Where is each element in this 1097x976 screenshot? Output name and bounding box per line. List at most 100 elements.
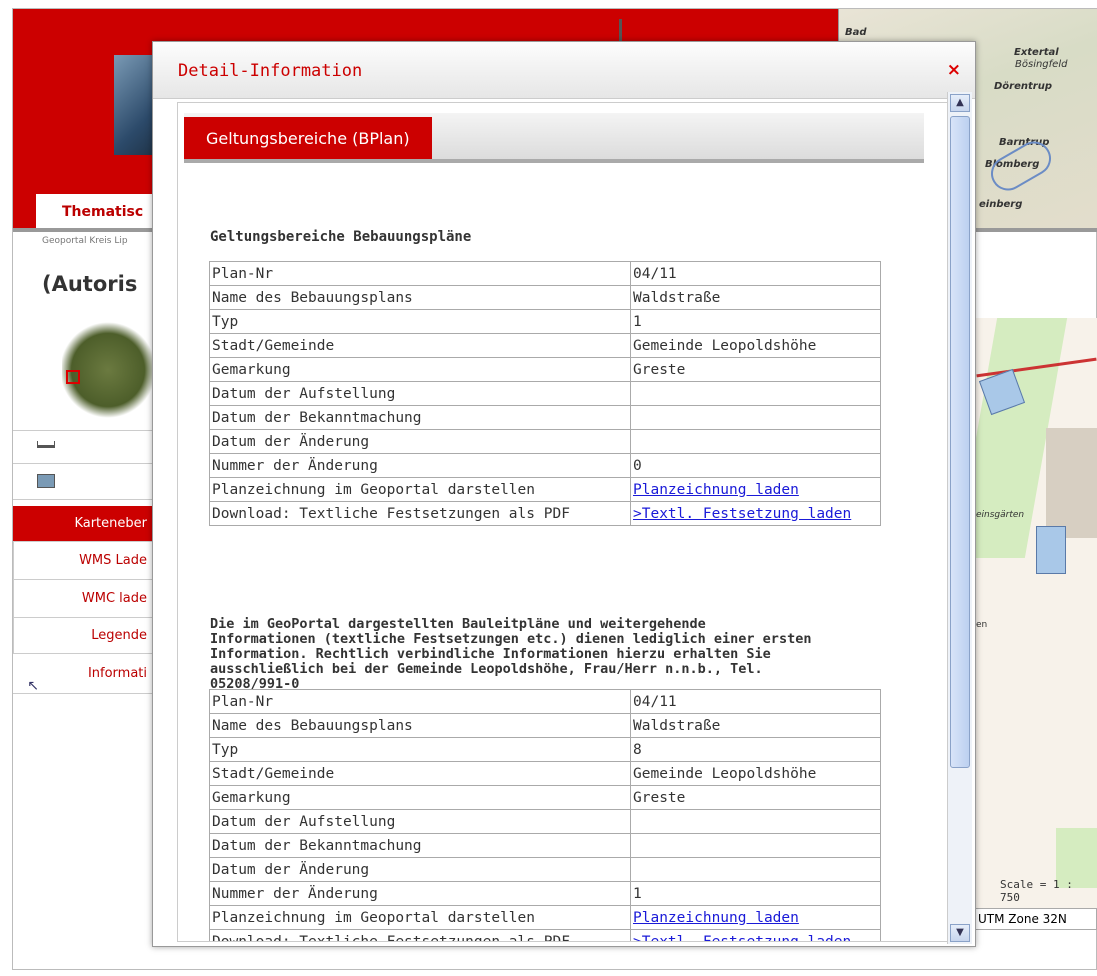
table-row: Download: Textliche Festsetzungen als PD… xyxy=(209,929,881,942)
section-title: Geltungsbereiche Bebauungspläne xyxy=(210,229,472,245)
table-row: Nummer der Änderung 0 xyxy=(209,453,881,478)
field-value: 04/11 xyxy=(630,261,881,286)
disclaimer-notice: Die im GeoPortal dargestellten Bauleitpl… xyxy=(210,617,930,692)
dialog-titlebar[interactable]: Detail-Information × xyxy=(153,42,975,99)
field-label: Nummer der Änderung xyxy=(209,881,631,906)
table-row: Gemarkung Greste xyxy=(209,357,881,382)
tab-thematic[interactable]: Thematisc xyxy=(36,194,166,228)
sidebar-item-legende[interactable]: Legende xyxy=(13,618,153,654)
map-label: einberg xyxy=(979,199,1023,210)
info-table-2: Plan-Nr 04/11 Name des Bebauungsplans Walds… xyxy=(209,689,881,942)
sidebar-item-wms[interactable]: WMS Lade xyxy=(13,542,153,580)
notice-line: Information. Rechtlich verbindliche Info… xyxy=(210,646,771,662)
table-row: Datum der Aufstellung xyxy=(209,809,881,834)
page-title: (Autoris xyxy=(42,272,138,296)
map-label: einsgärten xyxy=(976,510,1025,520)
measure-tool-row[interactable] xyxy=(13,430,153,464)
table-row: Download: Textliche Festsetzungen als PD… xyxy=(209,501,881,526)
dialog-body: Geltungsbereiche (BPlan) Geltungsbereich… xyxy=(177,102,955,942)
load-plan-link[interactable]: Planzeichnung laden xyxy=(633,910,799,926)
table-row: Plan-Nr 04/11 xyxy=(209,261,881,286)
breadcrumb[interactable]: Geoportal Kreis Lip xyxy=(42,236,128,246)
field-label: Typ xyxy=(209,737,631,762)
field-value xyxy=(630,833,881,858)
field-label: Plan-Nr xyxy=(209,689,631,714)
field-value: 0 xyxy=(630,453,881,478)
table-row: Datum der Änderung xyxy=(209,857,881,882)
table-row: Plan-Nr 04/11 xyxy=(209,689,881,714)
table-row: Datum der Bekanntmachung xyxy=(209,405,881,430)
table-row: Nummer der Änderung 1 xyxy=(209,881,881,906)
field-label: Plan-Nr xyxy=(209,261,631,286)
scroll-down-icon[interactable]: ▼ xyxy=(950,924,970,942)
tab-geltungsbereiche[interactable]: Geltungsbereiche (BPlan) xyxy=(184,117,432,159)
table-row: Name des Bebauungsplans Waldstraße xyxy=(209,285,881,310)
tab-bar: Geltungsbereiche (BPlan) xyxy=(184,113,924,163)
load-plan-link[interactable]: Planzeichnung laden xyxy=(633,482,799,498)
map-label: Bösingfeld xyxy=(1015,59,1068,70)
table-row: Planzeichnung im Geoportal darstellen Pla… xyxy=(209,477,881,502)
area-measure-icon[interactable] xyxy=(37,474,55,488)
dialog-title: Detail-Information xyxy=(178,61,363,81)
map-selection-box xyxy=(66,370,80,384)
field-value: Planzeichnung laden xyxy=(630,905,881,930)
field-value: Gemeinde Leopoldshöhe xyxy=(630,761,881,786)
field-value: 1 xyxy=(630,881,881,906)
scroll-thumb[interactable] xyxy=(950,116,970,768)
field-label: Datum der Aufstellung xyxy=(209,381,631,406)
map-label: Extertal xyxy=(1014,47,1059,58)
field-label: Datum der Aufstellung xyxy=(209,809,631,834)
map-label: en xyxy=(976,620,988,630)
table-row: Datum der Bekanntmachung xyxy=(209,833,881,858)
field-value: Waldstraße xyxy=(630,285,881,310)
detail-dialog: Detail-Information × Geltungsbereiche (B… xyxy=(152,41,976,947)
field-label: Stadt/Gemeinde xyxy=(209,761,631,786)
projection-select[interactable]: UTM Zone 32N xyxy=(975,908,1097,930)
field-value xyxy=(630,809,881,834)
field-label: Download: Textliche Festsetzungen als PD… xyxy=(209,501,631,526)
field-label: Datum der Änderung xyxy=(209,857,631,882)
notice-line: Die im GeoPortal dargestellten Bauleitpl… xyxy=(210,616,706,632)
district-map[interactable] xyxy=(62,322,154,418)
table-row: Typ 8 xyxy=(209,737,881,762)
download-pdf-link[interactable]: >Textl. Festsetzung laden xyxy=(633,934,851,942)
scale-readout: Scale = 1 : 750 xyxy=(1000,878,1073,904)
sidebar-item-information[interactable]: ↖ Informati xyxy=(13,654,153,694)
field-label: Download: Textliche Festsetzungen als PD… xyxy=(209,929,631,941)
field-label: Name des Bebauungsplans xyxy=(209,713,631,738)
table-row: Name des Bebauungsplans Waldstraße xyxy=(209,713,881,738)
field-label: Name des Bebauungsplans xyxy=(209,285,631,310)
sidebar-item-wmc[interactable]: WMC lade xyxy=(13,580,153,618)
field-label: Planzeichnung im Geoportal darstellen xyxy=(209,905,631,930)
field-value: 8 xyxy=(630,737,881,762)
field-value xyxy=(630,857,881,882)
info-pointer-icon[interactable]: ↖ xyxy=(23,666,39,694)
ruler-icon[interactable] xyxy=(37,441,55,448)
table-row: Datum der Änderung xyxy=(209,429,881,454)
field-value xyxy=(630,405,881,430)
download-pdf-link[interactable]: >Textl. Festsetzung laden xyxy=(633,506,851,522)
table-row: Gemarkung Greste xyxy=(209,785,881,810)
field-label: Datum der Bekanntmachung xyxy=(209,833,631,858)
field-value: >Textl. Festsetzung laden xyxy=(630,929,881,942)
main-map[interactable]: einsgärten en xyxy=(976,318,1097,908)
field-value xyxy=(630,429,881,454)
info-table-1: Plan-Nr 04/11 Name des Bebauungsplans Walds… xyxy=(209,261,881,526)
field-value: 04/11 xyxy=(630,689,881,714)
area-tool-row[interactable] xyxy=(13,464,153,500)
map-label: Bad xyxy=(845,27,867,38)
field-label: Datum der Bekanntmachung xyxy=(209,405,631,430)
table-row: Planzeichnung im Geoportal darstellen Pla… xyxy=(209,905,881,930)
dialog-scrollbar[interactable]: ▲ ▼ xyxy=(947,92,972,944)
field-value: Greste xyxy=(630,785,881,810)
field-label: Gemarkung xyxy=(209,357,631,382)
field-label: Gemarkung xyxy=(209,785,631,810)
sidebar-item-kartenebenen[interactable]: Karteneber xyxy=(13,506,153,542)
field-value: Waldstraße xyxy=(630,713,881,738)
table-row: Datum der Aufstellung xyxy=(209,381,881,406)
close-icon[interactable]: × xyxy=(947,60,961,80)
scroll-up-icon[interactable]: ▲ xyxy=(950,94,970,112)
field-label: Nummer der Änderung xyxy=(209,453,631,478)
field-value: 1 xyxy=(630,309,881,334)
field-value: Gemeinde Leopoldshöhe xyxy=(630,333,881,358)
